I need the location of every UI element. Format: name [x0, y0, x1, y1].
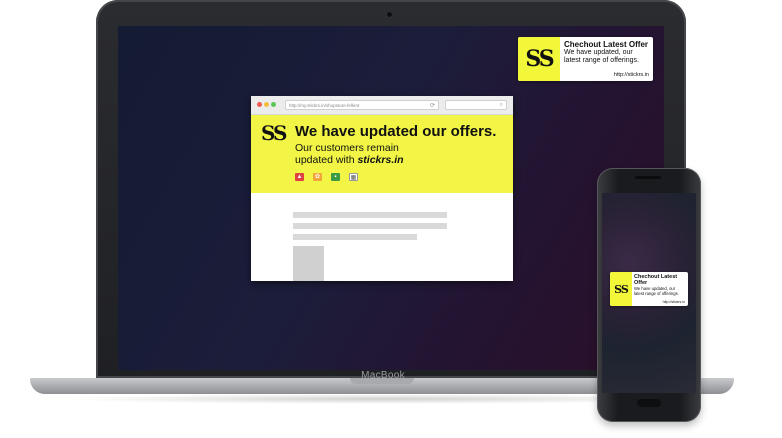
phone-notification-body: Chechout Latest Offer We have updated, o… — [632, 272, 688, 306]
phone-notification-message: We have updated, our latest range of off… — [634, 286, 679, 296]
bow-icon: ✿ — [313, 173, 322, 181]
phone: SS Chechout Latest Offer We have updated… — [597, 168, 701, 422]
maximize-window-button[interactable] — [271, 102, 276, 107]
shirt-icon: ▲ — [295, 173, 304, 181]
phone-logo-icon: SS — [614, 282, 629, 296]
cash-icon: ▪ — [331, 173, 340, 181]
desktop-notification[interactable]: SS Chechout Latest Offer We have updated… — [518, 37, 653, 81]
phone-notification[interactable]: SS Chechout Latest Offer We have updated… — [610, 272, 688, 306]
close-window-button[interactable] — [257, 102, 262, 107]
content-placeholder-line — [293, 223, 447, 229]
notification-message: We have updated, our latest range of off… — [564, 49, 639, 64]
phone-home-bar[interactable] — [637, 399, 661, 407]
content-placeholder-line — [293, 212, 447, 218]
image-placeholder — [293, 246, 324, 281]
banner-subline-prefix: updated with — [295, 154, 355, 166]
banner-icon-row: ▲ ✿ ▪ ▦ — [295, 173, 358, 181]
phone-notification-title: Chechout Latest Offer — [634, 274, 678, 286]
offer-banner: SS We have updated our offers. Our custo… — [251, 115, 513, 193]
notification-url[interactable]: http://stickrs.in — [614, 72, 649, 78]
banner-headline: We have updated our offers. — [295, 123, 497, 140]
banner-logo-icon: SS — [261, 121, 287, 145]
phone-notification-logo: SS — [610, 272, 632, 306]
notification-body: Chechout Latest Offer We have updated, o… — [560, 37, 653, 81]
content-placeholder-line — [293, 234, 417, 240]
camera-icon — [386, 11, 393, 18]
laptop-screen: SS Chechout Latest Offer We have updated… — [118, 26, 664, 370]
address-bar[interactable]: http://my.stickrs.in/shopstore-fellent ⟳ — [285, 100, 439, 110]
browser-search-input[interactable]: ⌕ — [445, 100, 507, 110]
notification-logo: SS — [518, 37, 560, 81]
banner-subline-1: Our customers remain — [295, 142, 399, 154]
search-icon: ⌕ — [499, 102, 503, 108]
banner-subline-2: updated with stickrs.in — [295, 154, 404, 166]
phone-notification-url[interactable]: http://stickrs.in — [663, 300, 685, 304]
browser-window: http://my.stickrs.in/shopstore-fellent ⟳… — [251, 96, 513, 281]
address-bar-url: http://my.stickrs.in/shopstore-fellent — [289, 103, 360, 108]
logo-icon: SS — [525, 46, 554, 72]
notification-title: Chechout Latest Offer — [564, 40, 649, 49]
minimize-window-button[interactable] — [264, 102, 269, 107]
phone-earpiece — [635, 176, 661, 179]
banner-subtext: Our customers remain updated with stickr… — [295, 142, 404, 166]
banner-brand: stickrs.in — [357, 154, 404, 166]
browser-toolbar: http://my.stickrs.in/shopstore-fellent ⟳… — [251, 96, 513, 115]
reload-icon[interactable]: ⟳ — [430, 101, 435, 111]
calendar-icon: ▦ — [349, 173, 358, 181]
macbook-label: MacBook — [361, 370, 405, 381]
phone-screen: SS Chechout Latest Offer We have updated… — [602, 193, 696, 393]
